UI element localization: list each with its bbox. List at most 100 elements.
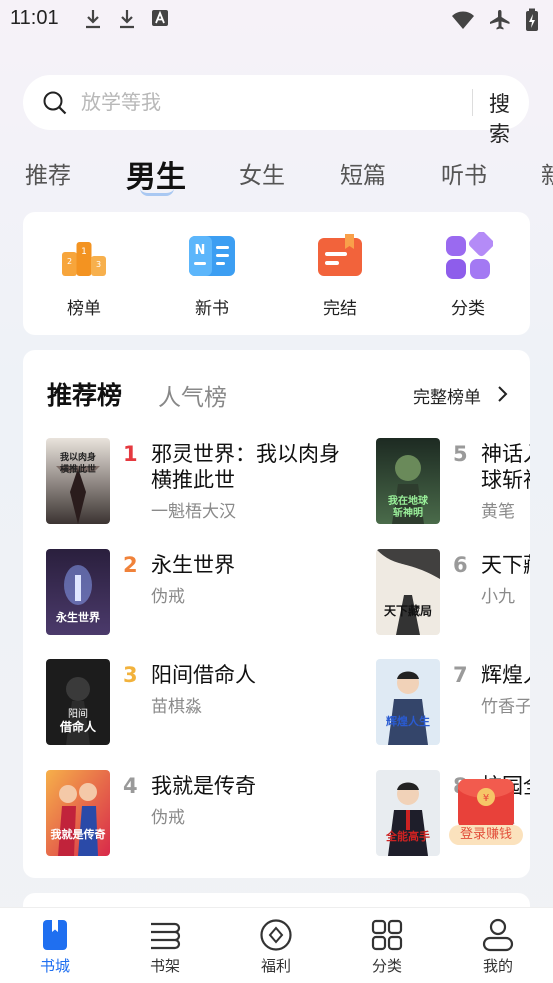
book-title: 辉煌人生 (481, 663, 530, 687)
category-icon (443, 231, 494, 282)
login-reward-red-packet[interactable]: ¥ 登录赚钱 (447, 775, 525, 847)
download-icon (116, 8, 138, 30)
book-cover: 辉煌人生 (376, 659, 440, 745)
svg-text:2: 2 (67, 257, 72, 266)
tab-new[interactable]: 新 (541, 156, 553, 190)
book-cover: 我以肉身 横推此世 (46, 438, 110, 524)
quick-link-finished[interactable]: 完结 (300, 232, 380, 319)
airplane-mode-icon (489, 9, 511, 31)
search-divider (472, 89, 473, 116)
book-rank: 1 (123, 442, 138, 466)
book-cover: 我就是传奇 (46, 770, 110, 856)
nav-label: 书架 (149, 957, 180, 975)
search-bar: 搜索 (23, 75, 529, 146)
svg-text:永生世界: 永生世界 (55, 610, 100, 624)
book-item[interactable]: 我就是传奇 4 我就是传奇 伪戒 (46, 770, 366, 856)
quick-link-label: 分类 (451, 299, 485, 319)
search-input[interactable] (81, 87, 441, 117)
quick-link-label: 完结 (323, 299, 357, 319)
svg-text:3: 3 (96, 260, 101, 269)
nav-label: 我的 (482, 957, 513, 975)
nav-category[interactable]: 分类 (357, 918, 417, 976)
quick-link-category[interactable]: 分类 (428, 231, 508, 319)
book-cover: 我在地球 斩神明 (376, 438, 440, 524)
tab-popular-ranking[interactable]: 人气榜 (158, 378, 227, 412)
bottom-nav: 书城 书架 福利 分类 我的 (0, 907, 553, 983)
book-rank: 4 (123, 774, 138, 798)
nav-welfare[interactable]: 福利 (246, 918, 306, 976)
nav-bookstore[interactable]: 书城 (25, 918, 85, 976)
full-ranking-link[interactable]: 完整榜单 (413, 383, 481, 408)
category-tabs: 推荐 男生 女生 短篇 听书 新 (0, 150, 553, 198)
book-author: 一魁梧大汉 (151, 502, 236, 522)
book-author: 苗棋淼 (151, 697, 202, 717)
book-rank: 5 (453, 442, 468, 466)
svg-text:我在地球: 我在地球 (388, 494, 429, 507)
svg-text:辉煌人生: 辉煌人生 (386, 714, 430, 728)
wifi-icon (451, 10, 475, 30)
book-title: 邪灵世界：我以肉身横推此世 (151, 442, 340, 492)
book-author: 黄笔 (481, 502, 515, 522)
book-author: 伪戒 (151, 808, 185, 828)
tab-female[interactable]: 女生 (239, 156, 285, 190)
bookstore-icon (38, 918, 72, 952)
quick-links-card: 1 2 3 榜单 N 新书 完结 分类 (23, 212, 530, 335)
tab-audiobook[interactable]: 听书 (441, 156, 487, 190)
chevron-right-icon (496, 385, 508, 407)
nav-label: 福利 (260, 957, 291, 975)
nav-label: 书城 (39, 957, 70, 975)
tab-recommend[interactable]: 推荐 (25, 156, 71, 190)
search-button[interactable]: 搜索 (489, 88, 529, 148)
book-title: 我就是传奇 (151, 774, 256, 798)
book-item[interactable]: 辉煌人生 7 辉煌人生 竹香子 (376, 659, 530, 745)
quick-link-ranking[interactable]: 1 2 3 榜单 (44, 232, 124, 319)
tab-short[interactable]: 短篇 (340, 156, 386, 190)
book-cover: 永生世界 (46, 549, 110, 635)
new-book-icon: N (187, 232, 237, 282)
svg-text:借命人: 借命人 (59, 719, 97, 734)
quick-link-label: 新书 (195, 299, 229, 319)
book-cover: 阳间 借命人 (46, 659, 110, 745)
book-item[interactable]: 天下藏局 6 天下藏局 小九 (376, 549, 530, 635)
quick-link-new-books[interactable]: N 新书 (172, 232, 252, 319)
book-title: 阳间借命人 (151, 663, 256, 687)
book-rank: 2 (123, 553, 138, 577)
quick-link-label: 榜单 (67, 299, 101, 319)
nav-profile[interactable]: 我的 (468, 918, 528, 976)
svg-text:阳间: 阳间 (68, 707, 88, 720)
book-item[interactable]: 阳间 借命人 3 阳间借命人 苗棋淼 (46, 659, 366, 745)
book-title-line-2: 球斩神 (481, 468, 530, 492)
finished-icon (315, 232, 365, 282)
svg-text:全能高手: 全能高手 (385, 829, 430, 843)
bookshelf-icon (148, 918, 182, 952)
welfare-icon (259, 918, 293, 952)
book-cover: 天下藏局 (376, 549, 440, 635)
svg-text:我以肉身: 我以肉身 (60, 451, 96, 463)
svg-text:横推此世: 横推此世 (60, 463, 96, 475)
svg-text:1: 1 (81, 247, 87, 257)
book-title: 神话入 (481, 442, 530, 466)
svg-text:斩神明: 斩神明 (393, 506, 423, 519)
red-packet-label: 登录赚钱 (449, 825, 523, 845)
book-author: 竹香子 (481, 697, 530, 717)
book-author: 小九 (481, 587, 515, 607)
search-icon (42, 90, 68, 120)
grid-icon (370, 918, 404, 952)
nav-bookshelf[interactable]: 书架 (135, 918, 195, 976)
book-rank: 3 (123, 663, 138, 687)
tab-recommend-ranking[interactable]: 推荐榜 (47, 376, 122, 412)
user-icon (481, 918, 515, 952)
book-item[interactable]: 我在地球 斩神明 5 神话入 球斩神 黄笔 (376, 438, 530, 524)
svg-text:N: N (195, 243, 206, 258)
download-icon (82, 8, 104, 30)
book-author: 伪戒 (151, 587, 185, 607)
book-item[interactable]: 永生世界 2 永生世界 伪戒 (46, 549, 366, 635)
svg-text:天下藏局: 天下藏局 (384, 603, 432, 618)
status-time: 11:01 (10, 7, 59, 29)
font-a-icon (150, 8, 170, 30)
svg-text:我就是传奇: 我就是传奇 (51, 827, 106, 841)
book-rank: 7 (453, 663, 468, 687)
nav-label: 分类 (371, 957, 402, 975)
ranking-icon: 1 2 3 (59, 232, 109, 282)
book-item[interactable]: 我以肉身 横推此世 1 邪灵世界：我以肉身横推此世 一魁梧大汉 (46, 438, 366, 524)
